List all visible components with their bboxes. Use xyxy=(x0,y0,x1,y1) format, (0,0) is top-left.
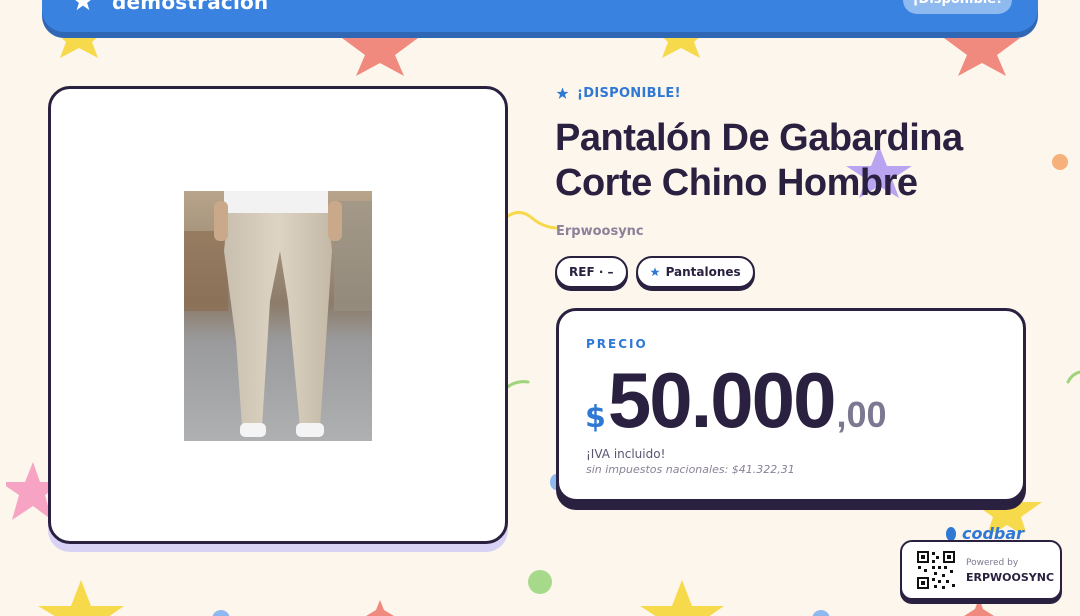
category-chip[interactable]: Pantalones xyxy=(635,256,755,288)
availability-badge: ¡Disponible! xyxy=(902,0,1012,14)
ref-chip-label: REF · – xyxy=(569,265,614,279)
coral-star-decoration xyxy=(366,600,394,616)
availability-label: ¡DISPONIBLE! xyxy=(556,86,681,101)
product-photo xyxy=(184,191,372,441)
powered-by-badge[interactable]: Powered by ERPWOOSYNC xyxy=(900,540,1062,600)
product-title: Pantalón De Gabardina Corte Chino Hombre xyxy=(555,117,963,204)
price-decimals: ,00 xyxy=(836,394,887,435)
powered-by-name: ERPWOOSYNC xyxy=(966,571,1055,584)
blue-dot-decoration xyxy=(812,610,830,616)
product-image-card[interactable] xyxy=(48,86,508,544)
availability-text: ¡DISPONIBLE! xyxy=(577,86,681,101)
orange-dot-decoration xyxy=(1052,154,1068,170)
product-chips: REF · – Pantalones xyxy=(555,256,755,288)
powered-by-text: Powered by xyxy=(966,558,1019,568)
yellow-star-decoration xyxy=(38,580,124,616)
logo-mark-icon xyxy=(946,526,956,541)
coral-star-decoration xyxy=(964,598,994,616)
squiggle-decoration xyxy=(1066,370,1080,384)
price-label: PRECIO xyxy=(586,337,648,351)
category-chip-label: Pantalones xyxy=(665,265,741,279)
star-icon xyxy=(556,87,569,99)
squiggle-decoration xyxy=(506,211,560,230)
price-card: PRECIO $ 50.000 ,00 ¡IVA incluido! sin i… xyxy=(556,308,1026,502)
star-icon xyxy=(75,0,91,11)
iva-note: ¡IVA incluido! xyxy=(586,447,666,461)
price-value: $ 50.000 ,00 xyxy=(585,361,887,439)
product-brand[interactable]: Erpwoosync xyxy=(556,224,644,239)
tax-note: sin impuestos nacionales: $41.322,31 xyxy=(586,463,795,476)
star-icon xyxy=(649,267,660,277)
qr-code-icon xyxy=(916,550,956,590)
price-integer: 50.000 xyxy=(607,356,837,444)
ref-chip: REF · – xyxy=(555,256,628,288)
green-dot-decoration xyxy=(528,570,552,594)
price-currency: $ xyxy=(585,400,606,435)
banner-title: demostración xyxy=(112,0,269,14)
blue-dot-decoration xyxy=(212,610,230,616)
top-banner: demostración ¡Disponible! xyxy=(42,0,1038,32)
yellow-star-decoration xyxy=(640,580,724,616)
